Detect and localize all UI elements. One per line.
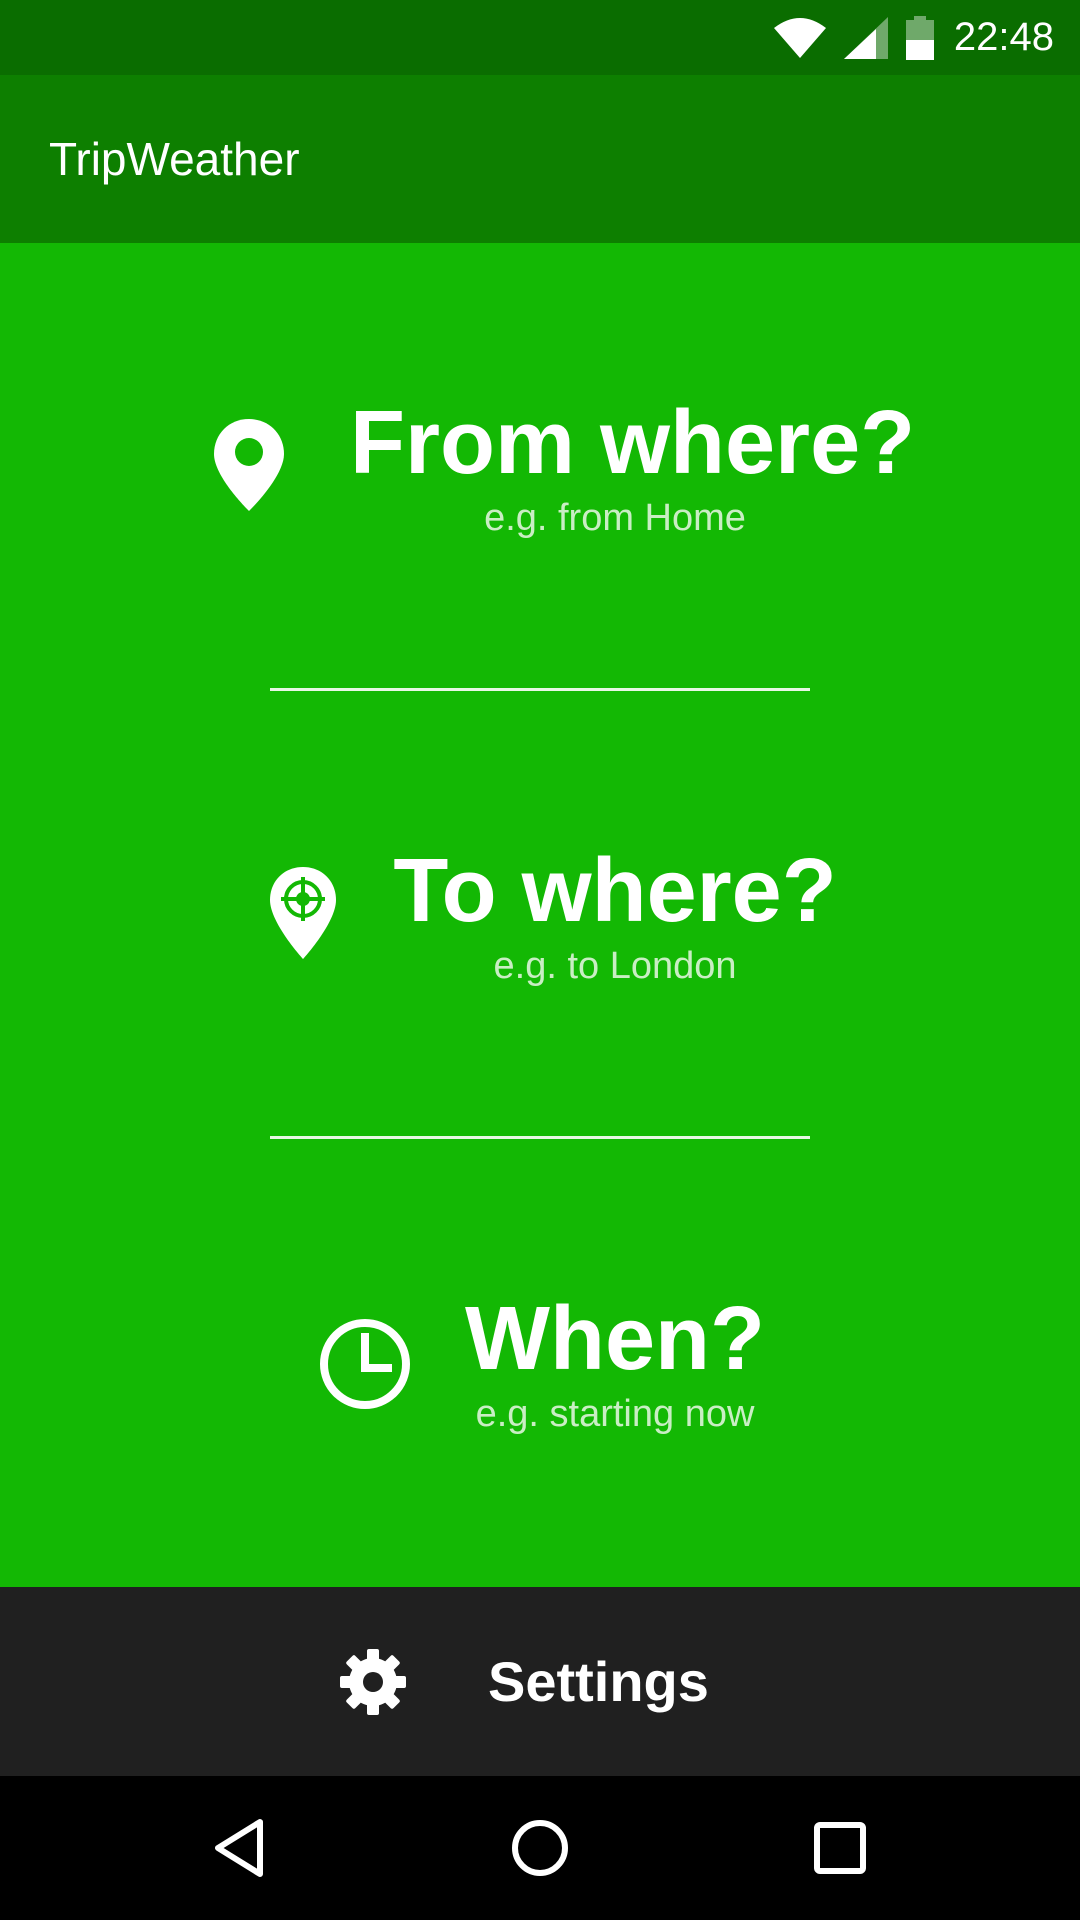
location-pin-icon [214,419,284,516]
status-time: 22:48 [953,15,1054,59]
home-icon[interactable] [508,1816,572,1880]
app-title: TripWeather [49,133,300,185]
destination-pin-icon [270,867,336,964]
settings-button[interactable]: Settings [0,1587,1080,1776]
to-where-hint: e.g. to London [493,945,737,987]
when-option[interactable]: When? e.g. starting now [0,1289,1080,1469]
wifi-icon [773,17,826,58]
divider [270,688,810,691]
battery-icon [905,15,934,60]
to-where-title: To where? [393,841,837,941]
from-where-hint: e.g. from Home [484,497,746,539]
gear-icon [340,1649,406,1720]
to-where-option[interactable]: To where? e.g. to London [0,841,1080,1021]
status-bar: 22:48 [0,0,1080,75]
cellular-signal-icon [843,16,888,59]
from-where-option[interactable]: From where? e.g. from Home [0,393,1080,573]
divider [270,1136,810,1139]
main-content: From where? e.g. from Home To where? e.g… [0,243,1080,1587]
back-icon[interactable] [208,1816,272,1880]
settings-label: Settings [488,1650,709,1713]
from-where-title: From where? [350,393,916,493]
navigation-bar [0,1776,1080,1920]
when-hint: e.g. starting now [475,1393,755,1435]
when-title: When? [465,1289,765,1389]
app-bar: TripWeather [0,75,1080,243]
recents-icon[interactable] [808,1816,872,1880]
